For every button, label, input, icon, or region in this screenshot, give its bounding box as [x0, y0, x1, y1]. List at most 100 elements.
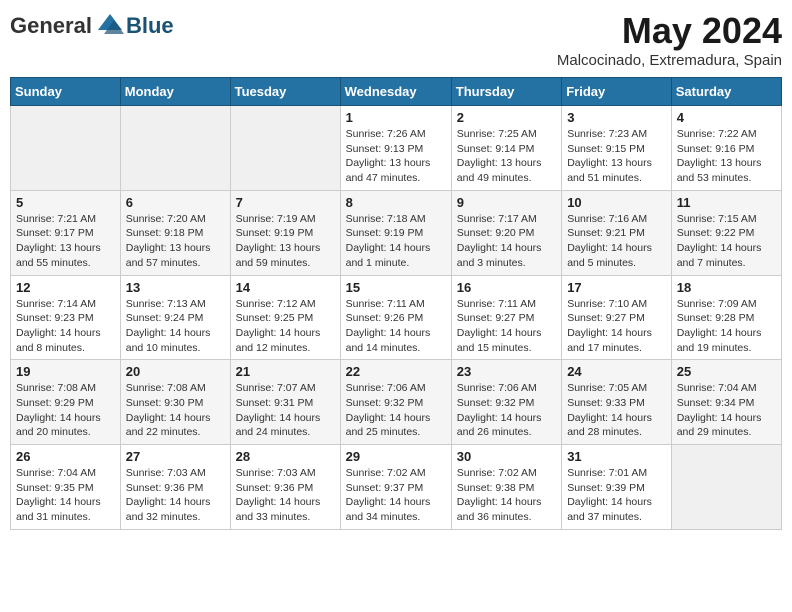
day-number: 2 — [457, 110, 556, 125]
day-number: 3 — [567, 110, 666, 125]
day-number: 18 — [677, 280, 776, 295]
day-info: Sunrise: 7:19 AM Sunset: 9:19 PM Dayligh… — [236, 212, 335, 271]
day-number: 30 — [457, 449, 556, 464]
day-number: 23 — [457, 364, 556, 379]
day-info: Sunrise: 7:04 AM Sunset: 9:34 PM Dayligh… — [677, 381, 776, 440]
day-number: 5 — [16, 195, 115, 210]
day-info: Sunrise: 7:13 AM Sunset: 9:24 PM Dayligh… — [126, 297, 225, 356]
day-number: 4 — [677, 110, 776, 125]
calendar-cell: 30 Sunrise: 7:02 AM Sunset: 9:38 PM Dayli… — [451, 445, 561, 530]
calendar-cell: 13 Sunrise: 7:13 AM Sunset: 9:24 PM Dayli… — [120, 275, 230, 360]
day-number: 17 — [567, 280, 666, 295]
weekday-header: Wednesday — [340, 78, 451, 106]
day-info: Sunrise: 7:21 AM Sunset: 9:17 PM Dayligh… — [16, 212, 115, 271]
day-number: 26 — [16, 449, 115, 464]
day-number: 9 — [457, 195, 556, 210]
day-number: 12 — [16, 280, 115, 295]
calendar-cell: 18Sunrise: 7:09 AM Sunset: 9:28 PM Dayli… — [671, 275, 781, 360]
calendar-cell: 14 Sunrise: 7:12 AM Sunset: 9:25 PM Dayli… — [230, 275, 340, 360]
calendar-cell: 29 Sunrise: 7:02 AM Sunset: 9:37 PM Dayli… — [340, 445, 451, 530]
day-info: Sunrise: 7:12 AM Sunset: 9:25 PM Dayligh… — [236, 297, 335, 356]
calendar-cell: 5 Sunrise: 7:21 AM Sunset: 9:17 PM Daylig… — [11, 190, 121, 275]
calendar-cell: 9 Sunrise: 7:17 AM Sunset: 9:20 PM Daylig… — [451, 190, 561, 275]
day-info: Sunrise: 7:08 AM Sunset: 9:30 PM Dayligh… — [126, 381, 225, 440]
day-info: Sunrise: 7:02 AM Sunset: 9:37 PM Dayligh… — [346, 466, 446, 525]
calendar-cell: 3 Sunrise: 7:23 AM Sunset: 9:15 PM Daylig… — [562, 106, 672, 191]
calendar-cell: 11 Sunrise: 7:15 AM Sunset: 9:22 PM Dayli… — [671, 190, 781, 275]
calendar-cell: 17 Sunrise: 7:10 AM Sunset: 9:27 PM Dayli… — [562, 275, 672, 360]
day-number: 19 — [16, 364, 115, 379]
day-info: Sunrise: 7:11 AM Sunset: 9:27 PM Dayligh… — [457, 297, 556, 356]
day-number: 13 — [126, 280, 225, 295]
day-number: 1 — [346, 110, 446, 125]
location-title: Malcocinado, Extremadura, Spain — [557, 52, 782, 69]
day-number: 14 — [236, 280, 335, 295]
logo-icon — [94, 10, 126, 42]
logo-general: General — [10, 13, 92, 39]
calendar-cell: 10 Sunrise: 7:16 AM Sunset: 9:21 PM Dayli… — [562, 190, 672, 275]
day-number: 27 — [126, 449, 225, 464]
day-info: Sunrise: 7:01 AM Sunset: 9:39 PM Dayligh… — [567, 466, 666, 525]
day-number: 31 — [567, 449, 666, 464]
day-number: 22 — [346, 364, 446, 379]
day-number: 15 — [346, 280, 446, 295]
weekday-header: Thursday — [451, 78, 561, 106]
day-info: Sunrise: 7:18 AM Sunset: 9:19 PM Dayligh… — [346, 212, 446, 271]
day-info: Sunrise: 7:02 AM Sunset: 9:38 PM Dayligh… — [457, 466, 556, 525]
calendar-cell: 22 Sunrise: 7:06 AM Sunset: 9:32 PM Dayli… — [340, 360, 451, 445]
day-info: Sunrise: 7:17 AM Sunset: 9:20 PM Dayligh… — [457, 212, 556, 271]
day-number: 25 — [677, 364, 776, 379]
weekday-header-row: SundayMondayTuesdayWednesdayThursdayFrid… — [11, 78, 782, 106]
header: General Blue May 2024 Malcocinado, Extre… — [10, 10, 782, 69]
calendar-cell: 28Sunrise: 7:03 AM Sunset: 9:36 PM Dayli… — [230, 445, 340, 530]
day-number: 21 — [236, 364, 335, 379]
day-info: Sunrise: 7:03 AM Sunset: 9:36 PM Dayligh… — [126, 466, 225, 525]
calendar-cell — [230, 106, 340, 191]
day-number: 10 — [567, 195, 666, 210]
calendar-cell: 15Sunrise: 7:11 AM Sunset: 9:26 PM Dayli… — [340, 275, 451, 360]
day-number: 6 — [126, 195, 225, 210]
calendar-cell: 2Sunrise: 7:25 AM Sunset: 9:14 PM Daylig… — [451, 106, 561, 191]
day-info: Sunrise: 7:26 AM Sunset: 9:13 PM Dayligh… — [346, 127, 446, 186]
day-info: Sunrise: 7:15 AM Sunset: 9:22 PM Dayligh… — [677, 212, 776, 271]
day-number: 16 — [457, 280, 556, 295]
weekday-header: Monday — [120, 78, 230, 106]
logo: General Blue — [10, 10, 174, 42]
month-title: May 2024 — [557, 10, 782, 52]
weekday-header: Saturday — [671, 78, 781, 106]
calendar-cell — [120, 106, 230, 191]
day-number: 8 — [346, 195, 446, 210]
day-info: Sunrise: 7:05 AM Sunset: 9:33 PM Dayligh… — [567, 381, 666, 440]
day-info: Sunrise: 7:10 AM Sunset: 9:27 PM Dayligh… — [567, 297, 666, 356]
calendar-cell: 27 Sunrise: 7:03 AM Sunset: 9:36 PM Dayli… — [120, 445, 230, 530]
day-info: Sunrise: 7:06 AM Sunset: 9:32 PM Dayligh… — [457, 381, 556, 440]
day-number: 7 — [236, 195, 335, 210]
day-info: Sunrise: 7:04 AM Sunset: 9:35 PM Dayligh… — [16, 466, 115, 525]
calendar-cell — [11, 106, 121, 191]
day-info: Sunrise: 7:23 AM Sunset: 9:15 PM Dayligh… — [567, 127, 666, 186]
calendar-cell: 20 Sunrise: 7:08 AM Sunset: 9:30 PM Dayli… — [120, 360, 230, 445]
day-number: 11 — [677, 195, 776, 210]
calendar-cell — [671, 445, 781, 530]
day-info: Sunrise: 7:06 AM Sunset: 9:32 PM Dayligh… — [346, 381, 446, 440]
calendar-week-row: 1 Sunrise: 7:26 AM Sunset: 9:13 PM Daylig… — [11, 106, 782, 191]
day-number: 20 — [126, 364, 225, 379]
day-number: 24 — [567, 364, 666, 379]
weekday-header: Friday — [562, 78, 672, 106]
day-info: Sunrise: 7:22 AM Sunset: 9:16 PM Dayligh… — [677, 127, 776, 186]
day-number: 29 — [346, 449, 446, 464]
title-area: May 2024 Malcocinado, Extremadura, Spain — [557, 10, 782, 69]
day-number: 28 — [236, 449, 335, 464]
calendar-cell: 25 Sunrise: 7:04 AM Sunset: 9:34 PM Dayli… — [671, 360, 781, 445]
day-info: Sunrise: 7:16 AM Sunset: 9:21 PM Dayligh… — [567, 212, 666, 271]
calendar-cell: 23 Sunrise: 7:06 AM Sunset: 9:32 PM Dayli… — [451, 360, 561, 445]
calendar-table: SundayMondayTuesdayWednesdayThursdayFrid… — [10, 77, 782, 530]
calendar-cell: 16 Sunrise: 7:11 AM Sunset: 9:27 PM Dayli… — [451, 275, 561, 360]
calendar-cell: 6Sunrise: 7:20 AM Sunset: 9:18 PM Daylig… — [120, 190, 230, 275]
calendar-cell: 31 Sunrise: 7:01 AM Sunset: 9:39 PM Dayli… — [562, 445, 672, 530]
day-info: Sunrise: 7:08 AM Sunset: 9:29 PM Dayligh… — [16, 381, 115, 440]
calendar-cell: 4 Sunrise: 7:22 AM Sunset: 9:16 PM Daylig… — [671, 106, 781, 191]
calendar-cell: 24 Sunrise: 7:05 AM Sunset: 9:33 PM Dayli… — [562, 360, 672, 445]
calendar-cell: 19 Sunrise: 7:08 AM Sunset: 9:29 PM Dayli… — [11, 360, 121, 445]
calendar-cell: 7 Sunrise: 7:19 AM Sunset: 9:19 PM Daylig… — [230, 190, 340, 275]
